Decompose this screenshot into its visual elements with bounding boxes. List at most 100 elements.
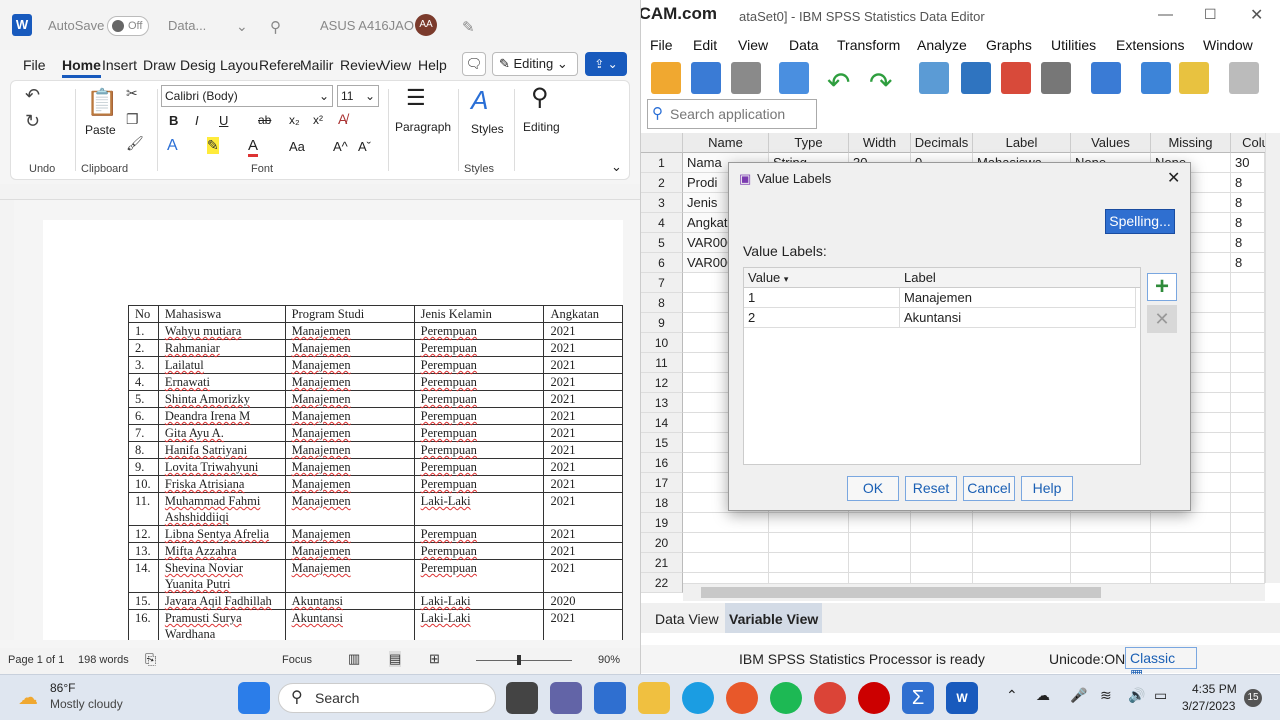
table-cell[interactable]: 2021 xyxy=(543,609,623,640)
start-icon[interactable] xyxy=(238,682,270,714)
table-cell[interactable]: 2021 xyxy=(543,542,623,560)
grid-cell[interactable]: 8 xyxy=(1231,193,1265,213)
grid-cell[interactable]: 8 xyxy=(1231,213,1265,233)
table-cell[interactable]: Manajemen xyxy=(284,373,415,391)
paste-label[interactable]: Paste xyxy=(85,123,116,137)
grid-cell[interactable] xyxy=(1231,293,1265,313)
shrink-font-icon[interactable]: Aˇ xyxy=(358,139,371,154)
table-cell[interactable]: Manajemen xyxy=(284,390,415,408)
table-cell[interactable]: Perempuan xyxy=(413,458,545,476)
table-cell[interactable]: 2021 xyxy=(543,322,623,340)
grid-cell[interactable] xyxy=(769,513,849,533)
table-cell[interactable]: Manajemen xyxy=(284,559,415,593)
battery-icon[interactable]: ▭ xyxy=(1154,687,1167,704)
row-number[interactable]: 22 xyxy=(641,573,683,593)
proofing-icon[interactable]: ⎘ xyxy=(145,651,156,668)
file-explorer-icon[interactable] xyxy=(638,682,670,714)
column-header-width[interactable]: Width xyxy=(849,133,911,153)
table-cell[interactable]: Akuntansi xyxy=(284,609,415,640)
editing-button[interactable]: Editing xyxy=(523,120,560,134)
undo-icon[interactable]: ↶ xyxy=(25,85,40,106)
table-cell[interactable]: Manajemen xyxy=(284,322,415,340)
row-number[interactable]: 16 xyxy=(641,453,683,473)
grid-cell[interactable] xyxy=(1231,533,1265,553)
table-cell[interactable]: Manajemen xyxy=(284,441,415,459)
descriptive-stats-icon[interactable] xyxy=(1041,62,1071,94)
table-cell[interactable]: Laki-Laki xyxy=(413,609,545,640)
menu-data[interactable]: Data xyxy=(789,37,819,53)
tab-layout[interactable]: Layou xyxy=(220,57,258,73)
table-cell[interactable]: Akuntansi xyxy=(284,592,415,610)
row-number[interactable]: 6 xyxy=(641,253,683,273)
grid-cell[interactable] xyxy=(1231,493,1265,513)
table-cell[interactable]: 8. xyxy=(128,441,159,459)
dropdown-chevron-icon[interactable]: ⌄ xyxy=(236,18,248,35)
scrollbar-thumb[interactable] xyxy=(701,587,1101,598)
maximize-icon[interactable]: ☐ xyxy=(1204,6,1217,23)
table-cell[interactable]: Shevina Noviar Yuanita Putri xyxy=(157,559,286,593)
table-cell[interactable]: Perempuan xyxy=(413,356,545,374)
row-number[interactable]: 8 xyxy=(641,293,683,313)
pen-icon[interactable]: ✎ xyxy=(462,18,475,36)
value-labels-icon[interactable] xyxy=(1229,62,1259,94)
spss-icon[interactable]: Σ xyxy=(902,682,934,714)
goto-case-icon[interactable] xyxy=(919,62,949,94)
table-cell[interactable]: Hanifa Satriyani xyxy=(157,441,286,459)
wifi-icon[interactable]: ≋ xyxy=(1100,687,1112,704)
weather-temp[interactable]: 86°F xyxy=(50,681,75,695)
table-cell[interactable]: 2021 xyxy=(543,559,623,593)
grid-cell[interactable] xyxy=(1231,353,1265,373)
reset-button[interactable]: Reset xyxy=(905,476,957,501)
value-cell[interactable]: 1 xyxy=(744,288,900,308)
tab-view[interactable]: View xyxy=(381,57,411,73)
collapse-ribbon-icon[interactable]: ⌄ xyxy=(611,159,622,175)
menu-window[interactable]: Window xyxy=(1203,37,1253,53)
table-cell[interactable]: Perempuan xyxy=(413,441,545,459)
row-number[interactable]: 10 xyxy=(641,333,683,353)
tab-design[interactable]: Desig xyxy=(180,57,216,73)
grid-cell[interactable] xyxy=(1231,513,1265,533)
grid-cell[interactable] xyxy=(973,513,1071,533)
chrome-icon[interactable] xyxy=(814,682,846,714)
table-cell[interactable]: Gita Ayu A. xyxy=(157,424,286,442)
zoom-slider[interactable] xyxy=(476,660,572,661)
subscript-icon[interactable]: x₂ xyxy=(289,113,300,127)
table-cell[interactable]: Friska Atrisiana xyxy=(157,475,286,493)
bold-icon[interactable]: B xyxy=(169,113,178,128)
taskbar-search[interactable]: ⚲ Search xyxy=(278,683,496,713)
table-cell[interactable]: Javara Aqil Fadhillah xyxy=(157,592,286,610)
table-cell[interactable]: 2021 xyxy=(543,458,623,476)
strikethrough-icon[interactable]: ab xyxy=(258,113,271,127)
table-cell[interactable]: Wahyu mutiara xyxy=(157,322,286,340)
grid-cell[interactable]: 8 xyxy=(1231,253,1265,273)
column-header-decimals[interactable]: Decimals xyxy=(911,133,973,153)
grid-cell[interactable] xyxy=(1071,533,1151,553)
italic-icon[interactable]: I xyxy=(195,113,199,128)
table-cell[interactable]: Mifta Azzahra xyxy=(157,542,286,560)
grid-cell[interactable] xyxy=(769,533,849,553)
ok-button[interactable]: OK xyxy=(847,476,899,501)
save-icon[interactable] xyxy=(691,62,721,94)
tab-help[interactable]: Help xyxy=(418,57,447,73)
help-button[interactable]: Help xyxy=(1021,476,1073,501)
tab-insert[interactable]: Insert xyxy=(102,57,137,73)
underline-icon[interactable]: U xyxy=(219,113,228,128)
column-header-name[interactable]: Name xyxy=(683,133,769,153)
table-cell[interactable]: Manajemen xyxy=(284,339,415,357)
clock-date[interactable]: 3/27/2023 xyxy=(1182,699,1235,713)
classic-button[interactable]: Classic ▦ xyxy=(1125,647,1197,674)
tab-file[interactable]: File xyxy=(23,57,46,73)
value-labels-table[interactable]: Value ▾ Label 1 Manajemen 2 Akuntansi xyxy=(743,267,1141,465)
font-color-icon[interactable]: A xyxy=(248,137,259,157)
table-cell[interactable]: 7. xyxy=(128,424,159,442)
split-file-icon[interactable] xyxy=(1141,62,1171,94)
row-number[interactable]: 15 xyxy=(641,433,683,453)
cancel-button[interactable]: Cancel xyxy=(963,476,1015,501)
table-cell[interactable]: Perempuan xyxy=(413,475,545,493)
bandicam-icon[interactable] xyxy=(858,682,890,714)
grid-cell[interactable] xyxy=(1231,313,1265,333)
vertical-scrollbar[interactable] xyxy=(1265,133,1280,583)
weather-desc[interactable]: Mostly cloudy xyxy=(50,697,123,711)
font-size-select[interactable]: 11 ⌄ xyxy=(337,85,379,107)
chevron-up-icon[interactable]: ⌃ xyxy=(1006,687,1018,704)
